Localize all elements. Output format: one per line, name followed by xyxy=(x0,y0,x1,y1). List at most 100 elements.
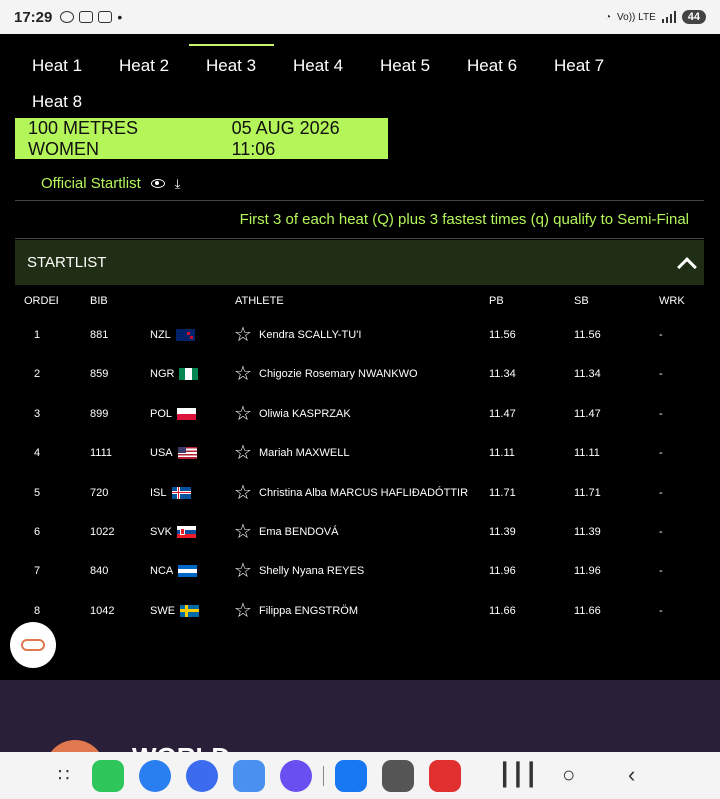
col-wrk: WRK xyxy=(659,295,685,307)
row-order: 2 xyxy=(34,368,41,381)
table-row[interactable]: 1 881 NZL ☆ Kendra SCALLY-TU'I 11.56 11.56 - xyxy=(15,317,704,356)
messenger-app-icon[interactable] xyxy=(186,760,218,792)
messages-app-icon[interactable] xyxy=(139,760,171,792)
tab-heat-5[interactable]: Heat 5 xyxy=(363,44,450,80)
phone-app-icon[interactable] xyxy=(92,760,124,792)
back-icon[interactable]: ‹ xyxy=(628,762,635,788)
floating-action-button[interactable] xyxy=(10,622,56,668)
eye-icon[interactable] xyxy=(150,179,165,188)
camera-app-icon[interactable] xyxy=(382,760,414,792)
row-athlete[interactable]: Filippa ENGSTRÖM xyxy=(259,595,477,627)
col-athlete: ATHLETE xyxy=(235,295,284,307)
row-wrk: - xyxy=(659,329,663,341)
row-country: ISL xyxy=(150,477,220,509)
screenshot-icon xyxy=(79,11,94,23)
star-icon[interactable]: ☆ xyxy=(234,595,256,627)
table-row[interactable]: 5 720 ISL ☆ Christina Alba MARCUS HAFLIÐADÓT… xyxy=(15,475,704,514)
row-bib: 1042 xyxy=(90,604,115,617)
row-pb: 11.66 xyxy=(489,604,516,617)
divider xyxy=(15,200,704,201)
official-startlist-link[interactable]: Official Startlist ⤓ xyxy=(41,175,181,192)
country-code: NCA xyxy=(150,565,174,578)
row-bib: 859 xyxy=(90,368,109,381)
table-header: ORDER BIB ATHLETE PB SB WRK xyxy=(15,285,704,317)
pdf-app-icon[interactable] xyxy=(429,760,461,792)
table-row[interactable]: 4 1111 USA ☆ Mariah MAXWELL 11.11 11.11 - xyxy=(15,435,704,474)
row-athlete[interactable]: Mariah MAXWELL xyxy=(259,437,477,469)
row-bib: 1022 xyxy=(90,525,115,538)
flag-icon xyxy=(179,368,199,381)
tab-heat-1[interactable]: Heat 1 xyxy=(15,44,102,80)
mail-app-icon[interactable] xyxy=(233,760,265,792)
country-code: NZL xyxy=(150,329,171,341)
table-row[interactable]: 2 859 NGR ☆ Chigozie Rosemary NWANKWO 11.34 11… xyxy=(15,356,704,395)
flag-icon xyxy=(175,329,195,341)
clock: 17:29 xyxy=(14,8,53,26)
row-athlete[interactable]: Kendra SCALLY-TU'I xyxy=(259,319,477,351)
col-bib: BIB xyxy=(90,295,108,307)
download-icon[interactable]: ⤓ xyxy=(175,176,181,192)
table-row[interactable]: 3 899 POL ☆ Oliwia KASPRZAK 11.47 11.47 - xyxy=(15,396,704,435)
volte-label: Vo)) LTE xyxy=(617,11,656,23)
nav-separator xyxy=(323,766,324,786)
flag-icon xyxy=(178,565,198,578)
more-dot-icon: • xyxy=(117,9,123,25)
tab-heat-7[interactable]: Heat 7 xyxy=(537,44,624,80)
row-wrk: - xyxy=(659,604,663,617)
row-country: SWE xyxy=(150,595,220,627)
row-pb: 11.39 xyxy=(489,525,516,538)
row-athlete[interactable]: Shelly Nyana REYES xyxy=(259,555,477,587)
app-drawer-icon[interactable]: ∷ xyxy=(58,765,69,786)
row-pb: 11.11 xyxy=(489,447,515,460)
signal-icon xyxy=(661,11,676,23)
row-sb: 11.47 xyxy=(574,407,601,420)
home-icon[interactable]: ○ xyxy=(562,762,575,788)
row-athlete[interactable]: Christina Alba MARCUS HAFLIÐADÓTTIR xyxy=(259,477,477,509)
row-sb: 11.71 xyxy=(574,486,601,499)
row-athlete[interactable]: Ema BENDOVÁ xyxy=(259,516,477,548)
star-icon[interactable]: ☆ xyxy=(234,477,256,509)
row-order: 4 xyxy=(34,447,41,460)
table-row[interactable]: 8 1042 SWE ☆ Filippa ENGSTRÖM 11.66 11.66- xyxy=(15,593,704,632)
flag-icon xyxy=(177,407,197,420)
country-code: POL xyxy=(150,407,173,420)
tab-heat-4[interactable]: Heat 4 xyxy=(276,44,363,80)
tab-heat-8[interactable]: Heat 8 xyxy=(15,80,102,116)
tab-heat-6[interactable]: Heat 6 xyxy=(450,44,537,80)
divider xyxy=(15,238,704,239)
row-sb: 11.34 xyxy=(574,368,601,381)
table-row[interactable]: 7 840 NCA ☆ Shelly Nyana REYES 11.96 11.96 - xyxy=(15,553,704,592)
battery-level: 44 xyxy=(681,10,706,24)
startlist-section-header[interactable]: STARTLIST xyxy=(15,240,704,285)
row-wrk: - xyxy=(659,368,663,381)
row-athlete[interactable]: Oliwia KASPRZAK xyxy=(259,398,477,430)
chevron-up-icon[interactable] xyxy=(677,257,697,277)
facebook-app-icon[interactable] xyxy=(335,760,367,792)
tab-heat-3[interactable]: Heat 3 xyxy=(189,44,276,80)
star-icon[interactable]: ☆ xyxy=(234,437,256,469)
recents-icon[interactable]: ┃┃┃ xyxy=(498,762,538,788)
star-icon[interactable]: ☆ xyxy=(234,358,256,390)
table-row[interactable]: 6 1022 SVK ☆ Ema BENDOVÁ 11.39 11.39 - xyxy=(15,514,704,553)
link-icon xyxy=(21,639,45,651)
event-title: 100 METRES WOMEN xyxy=(28,117,139,159)
star-icon[interactable]: ☆ xyxy=(234,398,256,430)
star-icon[interactable]: ☆ xyxy=(234,555,256,587)
star-icon[interactable]: ☆ xyxy=(234,516,256,548)
row-country: NCA xyxy=(150,555,220,587)
row-bib: 1111 xyxy=(90,447,113,460)
star-icon[interactable]: ☆ xyxy=(234,319,256,351)
row-bib: 899 xyxy=(90,407,109,420)
row-wrk: - xyxy=(659,447,663,460)
flag-icon xyxy=(171,486,191,499)
country-code: SVK xyxy=(150,525,173,538)
row-athlete[interactable]: Chigozie Rosemary NWANKWO xyxy=(259,358,477,390)
startlist-title: STARTLIST xyxy=(27,254,107,271)
browser-app-icon[interactable] xyxy=(280,760,312,792)
row-country: USA xyxy=(150,437,220,469)
country-code: ISL xyxy=(150,486,167,499)
tab-heat-2[interactable]: Heat 2 xyxy=(102,44,189,80)
country-code: SWE xyxy=(150,604,176,617)
row-pb: 11.34 xyxy=(489,368,516,381)
world-athletics-logo xyxy=(45,740,105,752)
